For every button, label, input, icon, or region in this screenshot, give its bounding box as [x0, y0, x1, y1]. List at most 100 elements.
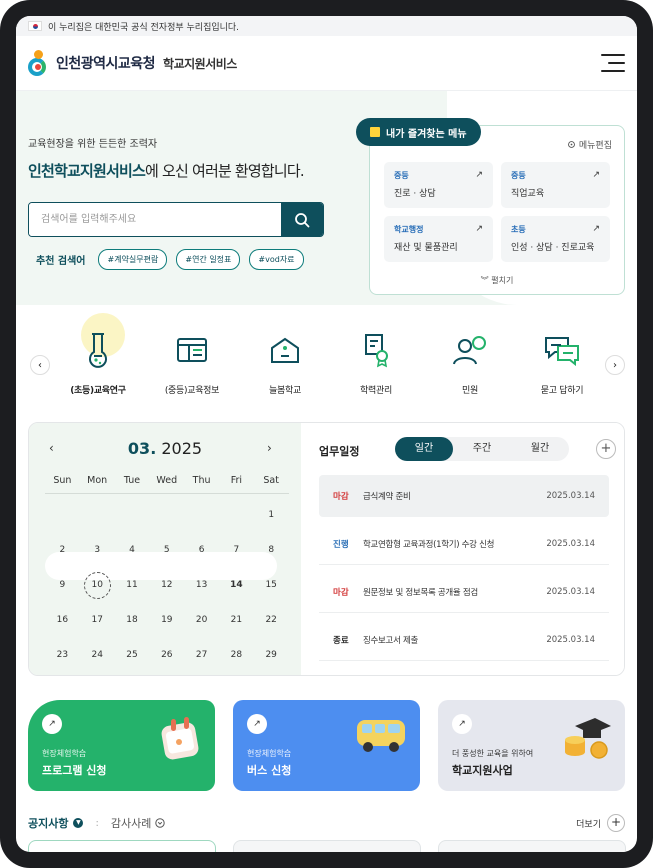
calendar-week: 16 17 18 19 20 21 22 — [45, 606, 289, 634]
notice-card[interactable] — [233, 840, 421, 852]
calendar-day[interactable]: 25 — [115, 641, 150, 669]
weekday-label: Sat — [263, 475, 279, 486]
schedule-text: 학교연합형 교육과정(1학기) 수강 신청 — [363, 539, 495, 550]
schedule-item[interactable]: 마감 원문정보 및 정보목록 공개율 점검 2025.03.14 — [319, 571, 609, 613]
calendar-day[interactable]: 4 — [115, 536, 150, 564]
banner-bus-apply[interactable]: ↗ 현장체험학습 버스 신청 — [233, 700, 420, 791]
notice-card[interactable] — [438, 840, 626, 852]
quick-item-academic[interactable]: 학력관리 — [336, 325, 416, 396]
calendar-day[interactable]: 8 — [254, 536, 289, 564]
calendar-day-number: 19 — [161, 615, 173, 625]
calendar-day[interactable]: 23 — [45, 641, 80, 669]
calendar-day[interactable]: 6 — [184, 536, 219, 564]
chevron-right-icon[interactable]: › — [267, 441, 272, 455]
search-input[interactable] — [29, 203, 281, 236]
quick-item-secondary-info[interactable]: (중등)교육정보 — [152, 325, 232, 396]
favorite-item[interactable]: 중등 직업교육 ↗ — [501, 162, 610, 208]
favorite-name: 진로 · 상담 — [394, 189, 436, 199]
service-name[interactable]: 학교지원서비스 — [163, 55, 237, 72]
calendar-day[interactable]: 18 — [115, 606, 150, 634]
logo-icon[interactable] — [28, 50, 50, 76]
calendar-day[interactable]: 22 — [254, 606, 289, 634]
schedule-item[interactable]: 종료 징수보고서 제출 2025.03.14 — [319, 619, 609, 661]
calendar-day[interactable]: 10 — [80, 571, 115, 599]
expand-label: 펼치기 — [491, 276, 514, 285]
favorite-item[interactable]: 초등 인성 · 상담 · 진로교육 ↗ — [501, 216, 610, 262]
calendar-day[interactable]: 5 — [149, 536, 184, 564]
quick-item-elementary-research[interactable]: (초등)교육연구 — [58, 313, 138, 396]
quick-item-qna[interactable]: 묻고 답하기 — [522, 325, 602, 396]
tab-notice[interactable]: 공지사항 ▼ — [28, 815, 84, 831]
calendar-month-year: 03. 2025 — [127, 439, 203, 458]
notice-card[interactable] — [28, 840, 216, 852]
calendar-day-number: 28 — [230, 650, 243, 660]
expand-button[interactable]: ︾ 펼치기 — [370, 275, 624, 286]
schedule-item[interactable]: 마감 급식계약 준비 2025.03.14 — [319, 475, 609, 517]
menu-edit-button[interactable]: 메뉴편집 — [567, 138, 612, 151]
hero-title-rest: 에 오신 여러분 환영합니다. — [145, 162, 305, 180]
logo-name[interactable]: 인천광역시교육청 — [56, 53, 156, 73]
banner-program-apply[interactable]: ↗ 현장체험학습 프로그램 신청 — [28, 700, 215, 791]
calendar-day[interactable]: 14 — [219, 571, 254, 599]
chevron-circle-icon — [155, 818, 166, 828]
calendar-day[interactable]: 1 — [254, 501, 289, 529]
schedule: 업무일정 일간 주간 월간 + 마감 급식계약 준비 2025.03.14 진행 학교연… — [301, 423, 624, 675]
tag-item[interactable]: #계약실무편람 — [98, 249, 168, 270]
chevron-down-icon: ▼ — [73, 818, 84, 828]
quick-item-civil[interactable]: 민원 — [430, 325, 510, 396]
calendar-day[interactable]: 15 — [254, 571, 289, 599]
tab-weekly[interactable]: 주간 — [453, 437, 511, 461]
calendar-day[interactable]: 26 — [149, 641, 184, 669]
calendar-empty — [184, 501, 219, 529]
calendar-day[interactable]: 21 — [219, 606, 254, 634]
favorite-item[interactable]: 중등 진로 · 상담 ↗ — [384, 162, 493, 208]
quick-item-neulbom[interactable]: 늘봄학교 — [245, 325, 325, 396]
calendar-day[interactable]: 2 — [45, 536, 80, 564]
site-header: 인천광역시교육청 학교지원서비스 — [16, 36, 637, 91]
schedule-date: 2025.03.14 — [546, 586, 595, 597]
divider — [45, 493, 289, 494]
user-chat-icon — [453, 336, 486, 365]
add-schedule-button[interactable]: + — [596, 439, 616, 459]
calendar-day[interactable]: 11 — [115, 571, 150, 599]
calendar-day[interactable]: 3 — [80, 536, 115, 564]
calendar-day-number: 3 — [94, 545, 101, 555]
calendar-day-number: 25 — [126, 650, 138, 660]
tab-monthly[interactable]: 월간 — [511, 437, 569, 461]
chevron-left-icon[interactable]: ‹ — [30, 355, 50, 375]
calendar-day[interactable]: 28 — [219, 641, 254, 669]
calendar-day[interactable]: 9 — [45, 571, 80, 599]
search-button[interactable] — [281, 203, 323, 236]
calendar-day[interactable]: 19 — [149, 606, 184, 634]
calendar-day[interactable]: 27 — [184, 641, 219, 669]
notice-tab-label: 공지사항 — [28, 817, 69, 830]
gov-banner: 이 누리집은 대한민국 공식 전자정부 누리집입니다. — [16, 16, 637, 36]
banner-school-support[interactable]: ↗ 더 풍성한 교육을 위하여 학교지원사업 — [438, 700, 625, 791]
calendar-day[interactable]: 7 — [219, 536, 254, 564]
arrow-up-right-icon: ↗ — [475, 224, 483, 234]
calendar-empty — [219, 501, 254, 529]
calendar-day[interactable]: 16 — [45, 606, 80, 634]
favorite-item[interactable]: 학교행정 재산 및 물품관리 ↗ — [384, 216, 493, 262]
calendar-day[interactable]: 17 — [80, 606, 115, 634]
chevron-right-icon[interactable]: › — [605, 355, 625, 375]
tag-item[interactable]: #vod자료 — [249, 249, 304, 270]
calendar-day[interactable]: 29 — [254, 641, 289, 669]
weekday-header: Sun Mon Tue Wed Thu Fri Sat — [45, 475, 289, 486]
tab-audit-cases[interactable]: 감사사례 — [111, 815, 166, 831]
schedule-item[interactable]: 진행 학교연합형 교육과정(1학기) 수강 신청 2025.03.14 — [319, 523, 609, 565]
calendar-day[interactable]: 24 — [80, 641, 115, 669]
schedule-text: 급식계약 준비 — [363, 492, 411, 502]
tag-item[interactable]: #연간 일정표 — [176, 249, 241, 270]
weekday-label: Sun — [53, 475, 72, 486]
calendar-day[interactable]: 12 — [149, 571, 184, 599]
calendar-day[interactable]: 20 — [184, 606, 219, 634]
menu-icon[interactable] — [601, 54, 625, 72]
favorite-name: 직업교육 — [511, 189, 545, 199]
divider: : — [95, 817, 99, 829]
calendar-day[interactable]: 13 — [184, 571, 219, 599]
calendar-day-number: 6 — [198, 545, 205, 555]
favorites-tab[interactable]: 내가 즐겨찾는 메뉴 — [356, 118, 481, 146]
tab-daily[interactable]: 일간 — [395, 437, 453, 461]
more-button[interactable]: 더보기 + — [576, 814, 625, 832]
